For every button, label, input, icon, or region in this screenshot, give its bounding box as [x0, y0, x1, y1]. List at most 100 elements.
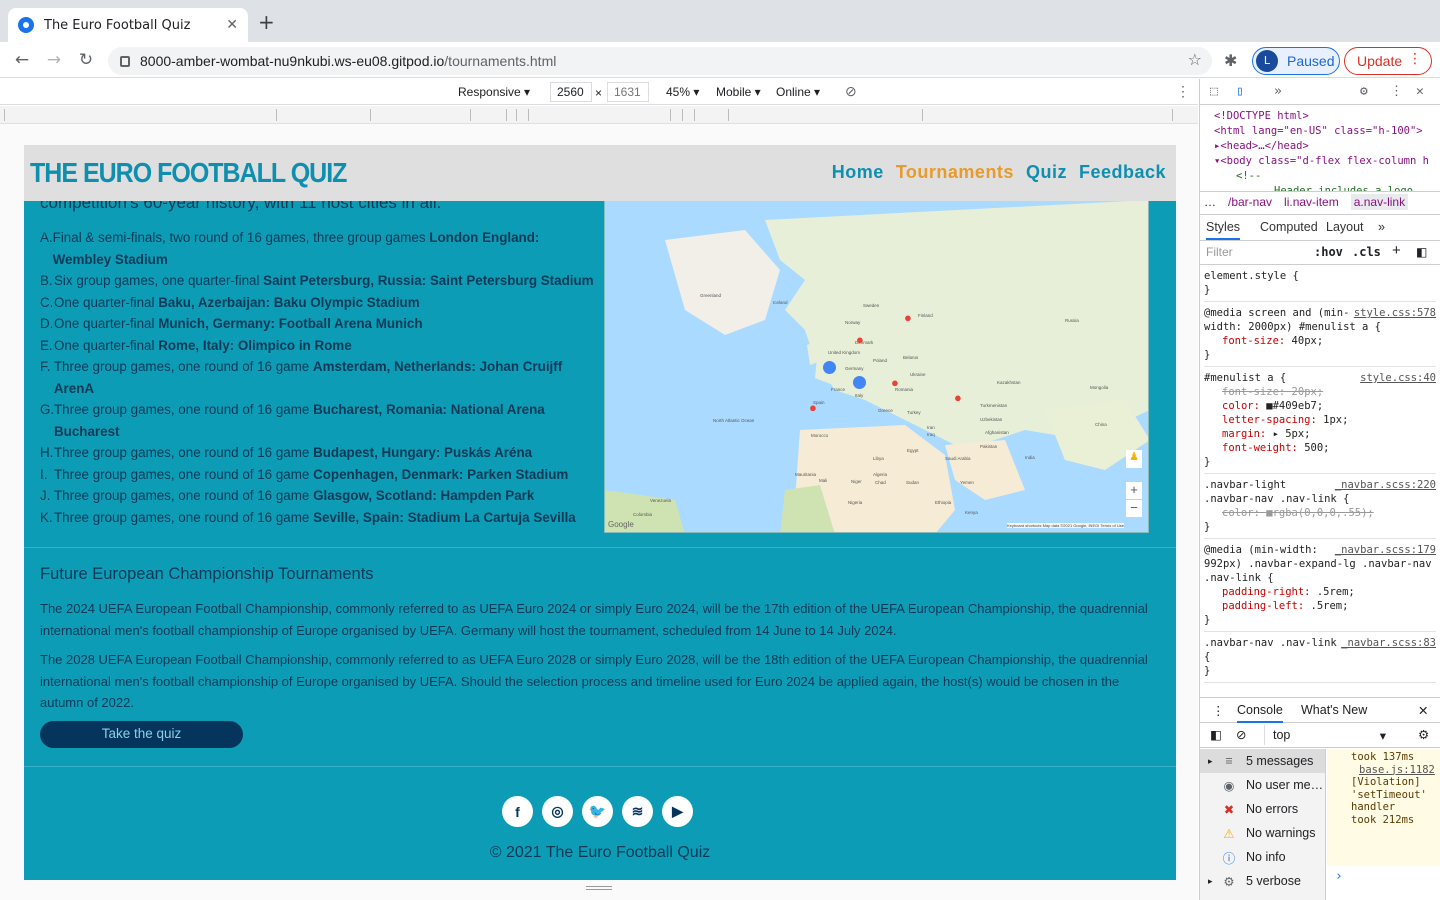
close-drawer-icon[interactable]: ✕ [1418, 703, 1428, 718]
zoom-in-button[interactable]: + [1126, 482, 1142, 499]
breadcrumb-item[interactable]: /bar-nav [1228, 195, 1272, 209]
console-filter-2[interactable]: ✖ No errors [1200, 797, 1325, 821]
css-property[interactable]: letter-spacing: 1px; [1204, 413, 1436, 427]
css-rule[interactable]: style.css:40 #menulist a {font-size: 20px… [1204, 367, 1436, 474]
google-logo[interactable]: Google [608, 520, 634, 529]
zoom-select[interactable]: 45% ▾ [666, 85, 699, 99]
lock-icon[interactable] [120, 55, 130, 67]
omnibox[interactable]: 8000-amber-wombat-nu9nkubi.ws-eu08.gitpo… [108, 47, 1212, 75]
host-cities-map[interactable]: Greenland Iceland Sweden Finland Norway Russi… [604, 199, 1149, 533]
more-tabs[interactable]: » [1274, 84, 1282, 99]
map-marker-icon[interactable]: ● [856, 332, 864, 347]
hov-toggle[interactable]: :hov [1314, 245, 1343, 259]
bookmark-star-icon[interactable]: ☆ [1188, 50, 1202, 69]
clear-console-icon[interactable]: ⊘ [1236, 727, 1246, 742]
styles-tab-1[interactable]: Computed [1260, 220, 1318, 234]
zoom-out-button[interactable]: − [1126, 500, 1142, 517]
tab-close-icon[interactable]: ✕ [226, 17, 238, 33]
source-link[interactable]: _navbar.scss:220 [1335, 478, 1436, 492]
close-devtools-icon[interactable]: ✕ [1416, 84, 1424, 99]
console-tab[interactable]: Console [1237, 703, 1283, 723]
css-rule[interactable]: style.css:578 @media screen and (min-widt… [1204, 302, 1436, 367]
map-marker-icon[interactable]: ● [954, 390, 962, 405]
css-property[interactable]: font-size: 40px; [1204, 334, 1436, 348]
extensions-puzzle-icon[interactable]: ✱ [1224, 51, 1237, 70]
console-prompt[interactable]: › [1335, 869, 1343, 884]
spotify-icon[interactable]: ≋ [622, 796, 653, 827]
resize-handle[interactable] [586, 886, 612, 890]
inspect-element-icon[interactable]: ⬚ [1210, 84, 1218, 99]
css-rule[interactable]: _navbar.scss:179 @media (min-width: 992px… [1204, 539, 1436, 632]
styles-tab-3[interactable]: » [1378, 220, 1385, 234]
css-property[interactable]: font-weight: 500; [1204, 441, 1436, 455]
dom-node[interactable]: ▾<body class="d-flex flex-column h [1214, 154, 1440, 169]
dom-node[interactable]: <!-- [1214, 169, 1440, 184]
dom-tree[interactable]: <!DOCTYPE html> <html lang="en-US" class=… [1200, 105, 1440, 191]
context-select[interactable]: top ▾ [1264, 725, 1394, 745]
console-filter-1[interactable]: ◉ No user me… [1200, 773, 1325, 797]
console-settings-icon[interactable]: ⚙ [1418, 727, 1429, 742]
console-filter-0[interactable]: ▸ ≡ 5 messages [1200, 749, 1325, 773]
css-property[interactable]: font-size: 20px; [1204, 385, 1436, 399]
console-sidebar-icon[interactable]: ◧ [1210, 727, 1222, 742]
css-property[interactable]: padding-right: .5rem; [1204, 585, 1436, 599]
nav-link-quiz[interactable]: Quiz [1026, 162, 1067, 183]
dom-node[interactable]: <html lang="en-US" class="h-100"> [1214, 124, 1440, 139]
nav-link-home[interactable]: Home [832, 162, 884, 183]
more-options-icon[interactable]: ⋮ [1176, 83, 1190, 100]
width-input[interactable]: 2560 [550, 82, 592, 102]
dom-node[interactable]: ▸<head>…</head> [1214, 139, 1440, 154]
device-toggle-icon[interactable]: ▯ [1236, 84, 1244, 99]
map-attribution[interactable]: Keyboard shortcuts Map data ©2021 Google… [1007, 523, 1124, 528]
source-link[interactable]: _navbar.scss:179 [1335, 543, 1436, 557]
css-rule[interactable]: element.style {} [1204, 265, 1436, 302]
styles-tab-0[interactable]: Styles [1206, 220, 1241, 240]
toggle-sidebar-icon[interactable]: ◧ [1416, 245, 1427, 259]
css-property[interactable]: margin: ▸ 5px; [1204, 427, 1436, 441]
map-marker-icon[interactable]: ● [891, 375, 899, 390]
map-marker-icon[interactable]: ● [809, 400, 817, 415]
instagram-icon[interactable]: ◎ [542, 796, 573, 827]
console-filter-5[interactable]: ▸ ⚙ 5 verbose [1200, 869, 1325, 893]
drawer-menu-icon[interactable]: ⋮ [1212, 703, 1225, 718]
new-tab-button[interactable]: + [258, 10, 275, 34]
devtools-menu-icon[interactable]: ⋮ [1390, 84, 1403, 99]
dom-node[interactable]: <!DOCTYPE html> [1214, 109, 1440, 124]
facebook-icon[interactable]: f [502, 796, 533, 827]
dimensions-select[interactable]: Responsive ▾ [458, 85, 530, 99]
map-cluster-icon[interactable] [853, 376, 866, 389]
nav-link-tournaments[interactable]: Tournaments [896, 162, 1014, 183]
street-view-pegman-icon[interactable]: ♟ [1126, 450, 1142, 468]
css-rule[interactable]: _navbar.scss:83 .navbar-nav .nav-link {} [1204, 632, 1436, 683]
source-link[interactable]: style.css:578 [1354, 306, 1436, 320]
height-input[interactable]: 1631 [607, 82, 649, 102]
settings-gear-icon[interactable]: ⚙ [1360, 84, 1368, 99]
breadcrumb-item[interactable]: a.nav-link [1350, 194, 1409, 210]
css-property[interactable]: color: ■rgba(0,0,0,.55); [1204, 506, 1436, 520]
breadcrumb-item[interactable]: li.nav-item [1284, 195, 1339, 209]
new-rule-icon[interactable]: + [1392, 242, 1401, 259]
back-arrow-icon[interactable]: ← [10, 48, 34, 72]
breadcrumb-item[interactable]: … [1204, 195, 1216, 209]
whats-new-tab[interactable]: What's New [1301, 703, 1367, 717]
map-cluster-icon[interactable] [823, 361, 836, 374]
console-filter-3[interactable]: ⚠ No warnings [1200, 821, 1325, 845]
source-link[interactable]: _navbar.scss:83 [1341, 636, 1436, 650]
css-property[interactable]: color: ■#409eb7; [1204, 399, 1436, 413]
nav-link-feedback[interactable]: Feedback [1079, 162, 1166, 183]
more-vert-icon[interactable]: ⋮ [1408, 51, 1422, 67]
browser-tab[interactable]: The Euro Football Quiz ✕ [8, 8, 248, 42]
device-type-select[interactable]: Mobile ▾ [716, 85, 761, 99]
css-rule[interactable]: _navbar.scss:220 .navbar-light .navbar-na… [1204, 474, 1436, 539]
profile-paused-button[interactable]: L Paused [1252, 47, 1340, 75]
site-logo[interactable]: THE EURO FOOTBALL QUIZ [30, 158, 347, 190]
styles-filter-input[interactable]: Filter [1206, 245, 1233, 259]
dom-node[interactable]: Header includes a logo [1214, 184, 1440, 191]
throttle-select[interactable]: Online ▾ [776, 85, 820, 99]
rotate-icon[interactable]: ⊘ [845, 83, 857, 100]
cls-toggle[interactable]: .cls [1352, 245, 1381, 259]
forward-arrow-icon[interactable]: → [42, 48, 66, 72]
styles-tab-2[interactable]: Layout [1326, 220, 1364, 234]
update-button[interactable]: Update ⋮ [1344, 47, 1432, 75]
youtube-icon[interactable]: ▶ [662, 796, 693, 827]
